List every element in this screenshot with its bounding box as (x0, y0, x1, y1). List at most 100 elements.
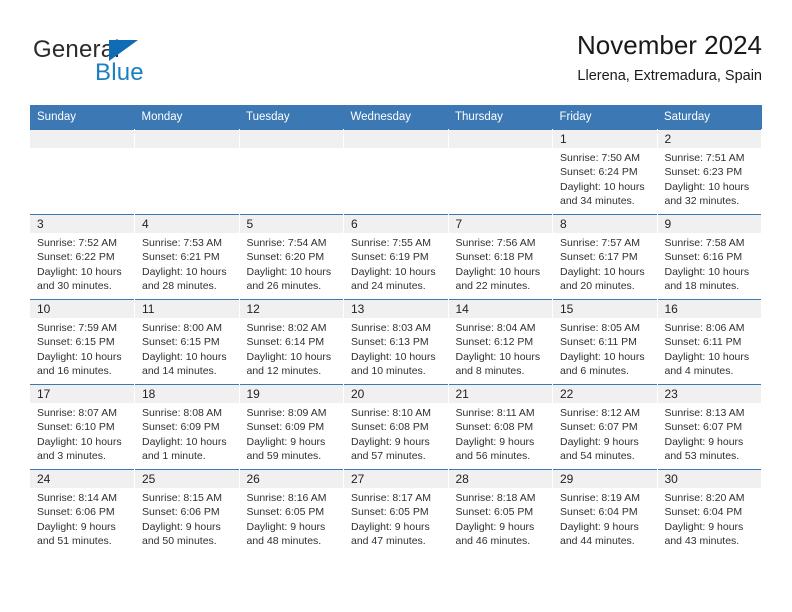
calendar-day-cell[interactable]: 12 Sunrise: 8:02 AM Sunset: 6:14 PM Dayligh… (239, 299, 344, 385)
sunrise-time: Sunrise: 8:14 AM (37, 492, 117, 504)
daylight-duration-line1: Daylight: 10 hours (664, 265, 750, 278)
calendar-day-cell[interactable]: 22 Sunrise: 8:12 AM Sunset: 6:07 PM Dayligh… (552, 384, 658, 470)
calendar-day-cell[interactable]: 27 Sunrise: 8:17 AM Sunset: 6:05 PM Dayligh… (343, 469, 449, 554)
calendar-day-cell[interactable]: 5 Sunrise: 7:54 AM Sunset: 6:20 PM Daylight… (239, 214, 344, 300)
daylight-duration-line1: Daylight: 9 hours (37, 520, 116, 533)
sunrise-time: Sunrise: 8:15 AM (142, 492, 222, 504)
calendar-day-cell[interactable]: 19 Sunrise: 8:09 AM Sunset: 6:09 PM Dayligh… (239, 384, 344, 470)
day-details: Sunrise: 8:20 AM Sunset: 6:04 PM Daylight:… (658, 488, 762, 549)
sunset-time: Sunset: 6:12 PM (455, 336, 534, 349)
daylight-duration-line2: and 6 minutes. (560, 365, 629, 378)
brand-logo[interactable]: General Blue (33, 36, 233, 88)
daylight-duration-line1: Daylight: 9 hours (246, 435, 326, 448)
calendar-day-cell[interactable]: 15 Sunrise: 8:05 AM Sunset: 6:11 PM Dayligh… (552, 299, 658, 385)
calendar-day-cell[interactable]: 3 Sunrise: 7:52 AM Sunset: 6:22 PM Daylight… (30, 214, 135, 300)
day-details: Sunrise: 8:17 AM Sunset: 6:05 PM Daylight:… (344, 488, 448, 549)
calendar-day-cell[interactable]: 20 Sunrise: 8:10 AM Sunset: 6:08 PM Dayligh… (343, 384, 449, 470)
sunset-time: Sunset: 6:05 PM (351, 506, 429, 519)
calendar-day-cell[interactable]: 24 Sunrise: 8:14 AM Sunset: 6:06 PM Dayligh… (30, 469, 135, 554)
calendar-day-cell[interactable]: 16 Sunrise: 8:06 AM Sunset: 6:11 PM Dayligh… (657, 299, 762, 385)
calendar-day-cell[interactable]: 18 Sunrise: 8:08 AM Sunset: 6:09 PM Dayligh… (134, 384, 240, 470)
calendar-day-cell[interactable]: 14 Sunrise: 8:04 AM Sunset: 6:12 PM Dayligh… (448, 299, 553, 385)
calendar-day-cell[interactable]: 21 Sunrise: 8:11 AM Sunset: 6:08 PM Dayligh… (448, 384, 553, 470)
daylight-duration-line2: and 1 minute. (142, 450, 206, 463)
daylight-duration-line2: and 24 minutes. (351, 280, 426, 293)
daylight-duration-line1: Daylight: 9 hours (142, 520, 221, 533)
weekday-header-thursday: Thursday (448, 105, 553, 130)
calendar-week-row: 24 Sunrise: 8:14 AM Sunset: 6:06 PM Dayligh… (30, 469, 762, 554)
sunrise-time: Sunrise: 8:13 AM (664, 407, 745, 419)
day-number: 11 (135, 300, 239, 318)
calendar-day-cell[interactable]: 1 Sunrise: 7:50 AM Sunset: 6:24 PM Daylight… (552, 129, 658, 215)
calendar-day-cell[interactable]: 10 Sunrise: 7:59 AM Sunset: 6:15 PM Dayligh… (30, 299, 135, 385)
day-details: Sunrise: 8:16 AM Sunset: 6:05 PM Daylight:… (240, 488, 344, 549)
sunrise-time: Sunrise: 8:19 AM (560, 492, 640, 504)
sunrise-time: Sunrise: 8:02 AM (246, 322, 327, 334)
calendar-week-row: 1 Sunrise: 7:50 AM Sunset: 6:24 PM Daylight… (30, 129, 762, 215)
daylight-duration-line2: and 18 minutes. (664, 280, 740, 293)
sunset-time: Sunset: 6:09 PM (142, 421, 220, 434)
day-number: 12 (239, 300, 343, 318)
calendar-week-row: 3 Sunrise: 7:52 AM Sunset: 6:22 PM Daylight… (30, 214, 762, 300)
sunset-time: Sunset: 6:05 PM (455, 506, 534, 519)
calendar-day-cell[interactable]: 2 Sunrise: 7:51 AM Sunset: 6:23 PM Daylight… (657, 129, 762, 215)
day-number (30, 130, 134, 148)
day-details: Sunrise: 7:57 AM Sunset: 6:17 PM Daylight:… (553, 233, 657, 294)
day-details: Sunrise: 7:56 AM Sunset: 6:18 PM Daylight:… (449, 233, 553, 294)
calendar-day-cell-empty (30, 129, 135, 215)
daylight-duration-line1: Daylight: 10 hours (560, 265, 645, 278)
calendar-day-cell[interactable]: 29 Sunrise: 8:19 AM Sunset: 6:04 PM Dayligh… (552, 469, 658, 554)
calendar-day-cell[interactable]: 11 Sunrise: 8:00 AM Sunset: 6:15 PM Dayligh… (134, 299, 240, 385)
calendar-day-cell[interactable]: 25 Sunrise: 8:15 AM Sunset: 6:06 PM Dayligh… (134, 469, 240, 554)
daylight-duration-line2: and 57 minutes. (351, 450, 426, 463)
calendar-day-cell[interactable]: 17 Sunrise: 8:07 AM Sunset: 6:10 PM Dayligh… (30, 384, 135, 470)
weekday-header-monday: Monday (134, 105, 239, 130)
calendar-day-cell[interactable]: 28 Sunrise: 8:18 AM Sunset: 6:05 PM Dayligh… (448, 469, 553, 554)
calendar-day-cell[interactable]: 7 Sunrise: 7:56 AM Sunset: 6:18 PM Daylight… (448, 214, 553, 300)
daylight-duration-line2: and 28 minutes. (142, 280, 217, 293)
daylight-duration-line1: Daylight: 10 hours (142, 435, 227, 448)
weekday-header-friday: Friday (552, 105, 657, 130)
day-details: Sunrise: 8:10 AM Sunset: 6:08 PM Daylight:… (344, 403, 448, 464)
daylight-duration-line2: and 10 minutes. (351, 365, 426, 378)
calendar-week-row: 10 Sunrise: 7:59 AM Sunset: 6:15 PM Dayligh… (30, 299, 762, 385)
daylight-duration-line1: Daylight: 10 hours (37, 350, 122, 363)
sunrise-time: Sunrise: 7:59 AM (37, 322, 117, 334)
daylight-duration-line1: Daylight: 10 hours (246, 265, 332, 278)
day-details: Sunrise: 7:53 AM Sunset: 6:21 PM Daylight:… (135, 233, 239, 294)
calendar-day-cell[interactable]: 6 Sunrise: 7:55 AM Sunset: 6:19 PM Daylight… (343, 214, 449, 300)
sunset-time: Sunset: 6:06 PM (142, 506, 220, 519)
sunset-time: Sunset: 6:04 PM (664, 506, 743, 519)
calendar-day-cell[interactable]: 4 Sunrise: 7:53 AM Sunset: 6:21 PM Daylight… (134, 214, 240, 300)
calendar-day-cell[interactable]: 13 Sunrise: 8:03 AM Sunset: 6:13 PM Dayligh… (343, 299, 449, 385)
daylight-duration-line2: and 50 minutes. (142, 535, 217, 548)
day-number: 18 (135, 385, 239, 403)
daylight-duration-line2: and 12 minutes. (246, 365, 322, 378)
day-details: Sunrise: 8:04 AM Sunset: 6:12 PM Daylight:… (449, 318, 553, 379)
day-number: 14 (448, 300, 552, 318)
sunset-time: Sunset: 6:09 PM (246, 421, 325, 434)
day-number (239, 130, 343, 148)
sunrise-time: Sunrise: 8:09 AM (246, 407, 327, 419)
calendar-day-cell[interactable]: 30 Sunrise: 8:20 AM Sunset: 6:04 PM Dayligh… (657, 469, 762, 554)
sunset-time: Sunset: 6:16 PM (664, 251, 743, 264)
day-number: 25 (135, 470, 239, 488)
daylight-duration-line1: Daylight: 9 hours (455, 435, 535, 448)
day-details: Sunrise: 8:14 AM Sunset: 6:06 PM Daylight:… (30, 488, 134, 549)
sunrise-time: Sunrise: 8:18 AM (455, 492, 536, 504)
calendar-day-cell[interactable]: 23 Sunrise: 8:13 AM Sunset: 6:07 PM Dayligh… (657, 384, 762, 470)
day-details: Sunrise: 7:51 AM Sunset: 6:23 PM Daylight:… (658, 148, 762, 209)
daylight-duration-line1: Daylight: 9 hours (664, 520, 744, 533)
page-subtitle: Llerena, Extremadura, Spain (577, 68, 762, 84)
sunset-time: Sunset: 6:21 PM (142, 251, 220, 264)
calendar-day-cell[interactable]: 9 Sunrise: 7:58 AM Sunset: 6:16 PM Daylight… (657, 214, 762, 300)
calendar-day-cell[interactable]: 26 Sunrise: 8:16 AM Sunset: 6:05 PM Dayligh… (239, 469, 344, 554)
day-details: Sunrise: 8:13 AM Sunset: 6:07 PM Daylight:… (658, 403, 762, 464)
title-block: November 2024 Llerena, Extremadura, Spai… (577, 28, 762, 87)
daylight-duration-line2: and 26 minutes. (246, 280, 322, 293)
sunrise-time: Sunrise: 7:55 AM (351, 237, 431, 249)
weekday-header-sunday: Sunday (30, 105, 135, 130)
calendar-day-cell[interactable]: 8 Sunrise: 7:57 AM Sunset: 6:17 PM Daylight… (552, 214, 658, 300)
sunrise-time: Sunrise: 8:05 AM (560, 322, 640, 334)
day-details: Sunrise: 8:06 AM Sunset: 6:11 PM Daylight:… (658, 318, 762, 379)
